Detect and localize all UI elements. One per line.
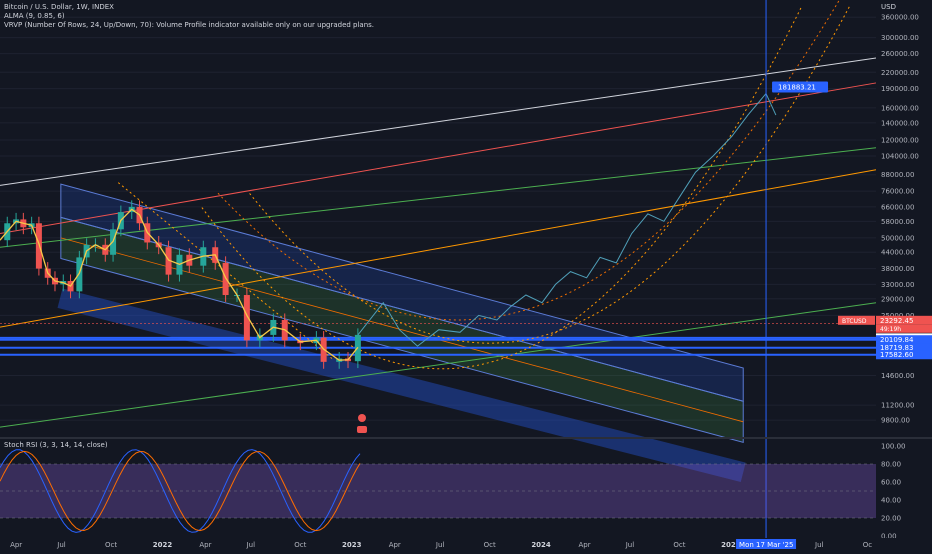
- time-tick-label: Oc: [863, 541, 873, 549]
- crosshair-time-label: Mon 17 Mar '25: [739, 541, 793, 549]
- time-tick-label: Jul: [435, 541, 445, 549]
- price-tick-label: 260000.00: [881, 50, 919, 58]
- time-axis: Apr Jul Oct 2022 Apr Jul Oct 2023 Apr Jul Oct 2024 A…: [0, 538, 932, 550]
- time-tick-label: Oct: [105, 541, 117, 549]
- price-tick-label: 76000.00: [881, 188, 914, 196]
- time-tick-label: Apr: [10, 541, 22, 549]
- time-tick-label: Jul: [246, 541, 256, 549]
- time-tick-label: Oct: [673, 541, 685, 549]
- price-tag-value: 23292.45: [880, 317, 913, 325]
- stoch-tick-label: 60.00: [881, 479, 901, 487]
- price-tick-label: 44000.00: [881, 249, 914, 257]
- target-label-text: 181883.21: [778, 84, 816, 92]
- vrvp-legend[interactable]: VRVP (Number Of Rows, 24, Up/Down, 70): …: [4, 21, 374, 30]
- time-tick-label: Oct: [294, 541, 306, 549]
- target-label: 181883.21: [772, 81, 829, 93]
- price-tick-label: 14600.00: [881, 372, 914, 380]
- time-tick-label: Apr: [389, 541, 401, 549]
- price-tick-label: 38000.00: [881, 265, 914, 273]
- price-tick-label: 360000.00: [881, 14, 919, 22]
- price-axis-currency: USD: [881, 3, 896, 11]
- price-tick-label: 220000.00: [881, 69, 919, 77]
- price-tick-label: 190000.00: [881, 85, 919, 93]
- event-marker-icon: [358, 414, 366, 422]
- time-tick-label: Jul: [625, 541, 635, 549]
- price-tick-label: 9800.00: [881, 417, 910, 425]
- price-tick-label: 11200.00: [881, 402, 914, 410]
- candle-body: [76, 257, 83, 292]
- price-tick-label: 58000.00: [881, 218, 914, 226]
- price-tag-value: 20109.84: [880, 336, 914, 344]
- price-tick-label: 120000.00: [881, 137, 919, 145]
- time-tick-label: Apr: [579, 541, 591, 549]
- price-tick-label: 104000.00: [881, 153, 919, 161]
- stoch-tick-label: 80.00: [881, 461, 901, 469]
- alma-legend[interactable]: ALMA (9, 0.85, 6): [4, 12, 65, 21]
- stoch-rsi-title: Stoch RSI (3, 3, 14, 14, close): [4, 441, 108, 449]
- time-tick-label: Jul: [814, 541, 824, 549]
- price-tick-label: 160000.00: [881, 104, 919, 112]
- symbol-title[interactable]: Bitcoin / U.S. Dollar, 1W, INDEX: [4, 3, 114, 12]
- price-tick-label: 300000.00: [881, 34, 919, 42]
- stoch-tick-label: 40.00: [881, 497, 901, 505]
- candle-body: [35, 223, 42, 269]
- price-tick-label: 140000.00: [881, 119, 919, 127]
- price-tag-value: 17582.60: [880, 351, 913, 359]
- price-tick-label: 33000.00: [881, 281, 914, 289]
- stoch-tick-label: 100.00: [881, 443, 906, 451]
- chart-stage[interactable]: 181883.21 USD 360000.00 300000.00 260000.00 2…: [0, 0, 932, 550]
- stoch-tick-label: 20.00: [881, 515, 901, 523]
- dividend-marker-icon: [357, 426, 367, 433]
- symbol-tag-label: BTCUSD: [842, 318, 867, 325]
- price-tick-label: 66000.00: [881, 203, 914, 211]
- time-tick-label: Apr: [199, 541, 211, 549]
- time-tick-label: 2022: [153, 541, 173, 549]
- price-tick-label: 29000.00: [881, 295, 914, 303]
- time-tick-label: 202: [721, 541, 736, 549]
- price-tick-label: 50000.00: [881, 234, 914, 242]
- countdown-label: 49:19h: [880, 326, 901, 333]
- time-tick-label: 2023: [342, 541, 362, 549]
- time-tick-label: 2024: [531, 541, 551, 549]
- price-tick-label: 88000.00: [881, 171, 914, 179]
- time-tick-label: Oct: [484, 541, 496, 549]
- time-tick-label: Jul: [56, 541, 66, 549]
- chart-svg[interactable]: 181883.21 USD 360000.00 300000.00 260000.00 2…: [0, 0, 932, 550]
